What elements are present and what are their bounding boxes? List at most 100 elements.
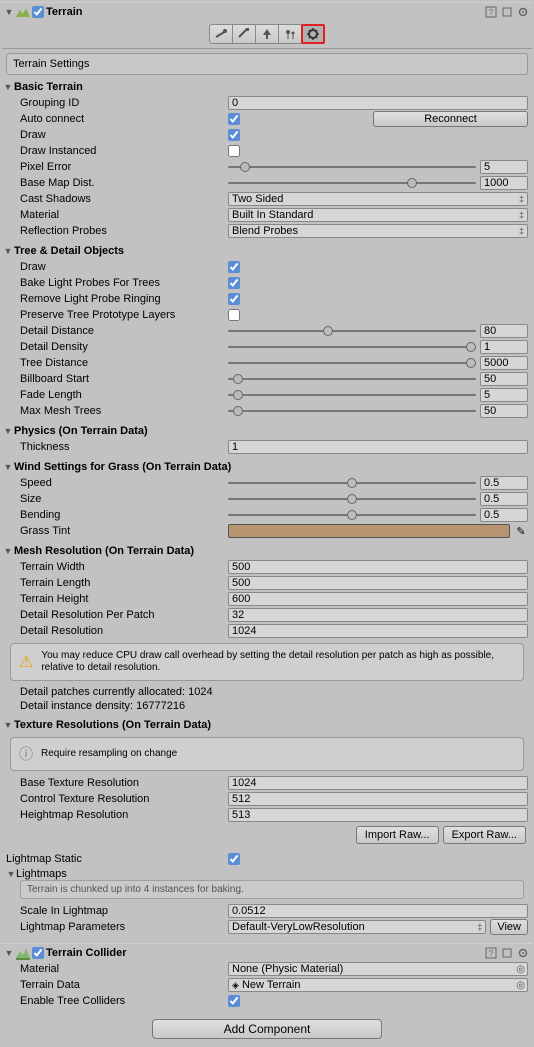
mesh-warning-box: ⚠ You may reduce CPU draw call overhead …: [10, 643, 524, 681]
draw-checkbox[interactable]: [228, 129, 240, 141]
max-mesh-trees-slider[interactable]: [228, 405, 476, 417]
detail-density-slider[interactable]: [228, 341, 476, 353]
fade-length-value[interactable]: 5: [480, 388, 528, 402]
terrain-length-input[interactable]: [228, 576, 528, 590]
base-map-dist-slider[interactable]: [228, 177, 476, 189]
grass-tint-color[interactable]: [228, 524, 510, 538]
help-icon[interactable]: ?: [484, 946, 498, 960]
lightmap-static-checkbox[interactable]: [228, 853, 240, 865]
toolbar-paint-tree[interactable]: [255, 24, 279, 44]
terrain-collider-title: Terrain Collider: [44, 947, 482, 959]
gear-icon[interactable]: [516, 946, 530, 960]
base-map-dist-value[interactable]: 1000: [480, 176, 528, 190]
wind-speed-slider[interactable]: [228, 477, 476, 489]
import-raw-button[interactable]: Import Raw...: [356, 826, 439, 844]
tree-detail-header[interactable]: ▼ Tree & Detail Objects: [2, 243, 532, 259]
fade-length-slider[interactable]: [228, 389, 476, 401]
fold-icon[interactable]: ▼: [4, 7, 14, 17]
lightmap-params-label: Lightmap Parameters: [20, 921, 228, 933]
bake-light-checkbox[interactable]: [228, 277, 240, 289]
terrain-data-label: Terrain Data: [20, 979, 228, 991]
material-dropdown[interactable]: Built In Standard: [228, 208, 528, 222]
section-title: Basic Terrain: [14, 81, 83, 93]
remove-ringing-checkbox[interactable]: [228, 293, 240, 305]
cast-shadows-label: Cast Shadows: [20, 193, 228, 205]
collider-material-label: Material: [20, 963, 228, 975]
max-mesh-trees-value[interactable]: 50: [480, 404, 528, 418]
add-component-button[interactable]: Add Component: [152, 1019, 382, 1039]
fold-icon: ▼: [2, 426, 14, 436]
grouping-id-input[interactable]: [228, 96, 528, 110]
cast-shadows-dropdown[interactable]: Two Sided: [228, 192, 528, 206]
physics-header[interactable]: ▼ Physics (On Terrain Data): [2, 423, 532, 439]
fold-icon: ▼: [2, 246, 14, 256]
export-raw-button[interactable]: Export Raw...: [443, 826, 526, 844]
tex-res-header[interactable]: ▼ Texture Resolutions (On Terrain Data): [2, 717, 532, 733]
help-icon[interactable]: ?: [484, 5, 498, 19]
terrain-data-field[interactable]: ◈ New Terrain: [228, 978, 528, 992]
preserve-proto-checkbox[interactable]: [228, 309, 240, 321]
fold-icon: ▼: [2, 462, 14, 472]
toolbar-paint-detail[interactable]: [278, 24, 302, 44]
resample-hint-text: Require resampling on change: [41, 748, 515, 760]
control-tex-res-input[interactable]: [228, 792, 528, 806]
billboard-start-value[interactable]: 50: [480, 372, 528, 386]
detail-res-input[interactable]: [228, 624, 528, 638]
thickness-input[interactable]: [228, 440, 528, 454]
fold-icon: ▼: [2, 82, 14, 92]
base-map-dist-label: Base Map Dist.: [20, 177, 228, 189]
preset-icon[interactable]: [500, 946, 514, 960]
preset-icon[interactable]: [500, 5, 514, 19]
billboard-start-slider[interactable]: [228, 373, 476, 385]
mesh-res-header[interactable]: ▼ Mesh Resolution (On Terrain Data): [2, 543, 532, 559]
wind-speed-value[interactable]: 0.5: [480, 476, 528, 490]
fade-length-label: Fade Length: [20, 389, 228, 401]
pixel-error-slider[interactable]: [228, 161, 476, 173]
detail-distance-value[interactable]: 80: [480, 324, 528, 338]
tree-distance-label: Tree Distance: [20, 357, 228, 369]
heightmap-res-label: Heightmap Resolution: [20, 809, 228, 821]
wind-bending-slider[interactable]: [228, 509, 476, 521]
wind-size-value[interactable]: 0.5: [480, 492, 528, 506]
terrain-collider-icon: [16, 946, 30, 960]
terrain-component-header: ▼ Terrain ?: [2, 2, 532, 20]
gear-icon[interactable]: [516, 5, 530, 19]
base-tex-res-input[interactable]: [228, 776, 528, 790]
enable-tree-colliders-checkbox[interactable]: [228, 995, 240, 1007]
draw-label: Draw: [20, 129, 228, 141]
lightmaps-header[interactable]: ▼ Lightmaps: [2, 867, 532, 880]
wind-header[interactable]: ▼ Wind Settings for Grass (On Terrain Da…: [2, 459, 532, 475]
tree-distance-value[interactable]: 5000: [480, 356, 528, 370]
detail-density-value[interactable]: 1: [480, 340, 528, 354]
material-label: Material: [20, 209, 228, 221]
detail-res-patch-input[interactable]: [228, 608, 528, 622]
wind-size-slider[interactable]: [228, 493, 476, 505]
fold-icon[interactable]: ▼: [4, 948, 14, 958]
tree-draw-checkbox[interactable]: [228, 261, 240, 273]
terrain-enable-checkbox[interactable]: [32, 6, 44, 18]
toolbar-raise-lower[interactable]: [209, 24, 233, 44]
terrain-height-input[interactable]: [228, 592, 528, 606]
reconnect-button[interactable]: Reconnect: [373, 111, 528, 127]
tree-distance-slider[interactable]: [228, 357, 476, 369]
wind-bending-value[interactable]: 0.5: [480, 508, 528, 522]
terrain-width-input[interactable]: [228, 560, 528, 574]
detail-distance-label: Detail Distance: [20, 325, 228, 337]
detail-res-label: Detail Resolution: [20, 625, 228, 637]
auto-connect-checkbox[interactable]: [228, 113, 240, 125]
reflection-probes-dropdown[interactable]: Blend Probes: [228, 224, 528, 238]
heightmap-res-input[interactable]: [228, 808, 528, 822]
toolbar-paint-height[interactable]: [232, 24, 256, 44]
lightmap-view-button[interactable]: View: [490, 919, 528, 935]
lightmap-params-dropdown[interactable]: Default-VeryLowResolution: [228, 920, 486, 934]
draw-instanced-checkbox[interactable]: [228, 145, 240, 157]
base-tex-res-label: Base Texture Resolution: [20, 777, 228, 789]
toolbar-settings[interactable]: [301, 24, 325, 44]
terrain-collider-enable-checkbox[interactable]: [32, 947, 44, 959]
pixel-error-value[interactable]: 5: [480, 160, 528, 174]
eyedropper-icon[interactable]: ✎: [514, 525, 528, 538]
scale-in-lightmap-input[interactable]: [228, 904, 528, 918]
collider-material-field[interactable]: None (Physic Material): [228, 962, 528, 976]
basic-terrain-header[interactable]: ▼ Basic Terrain: [2, 79, 532, 95]
detail-distance-slider[interactable]: [228, 325, 476, 337]
